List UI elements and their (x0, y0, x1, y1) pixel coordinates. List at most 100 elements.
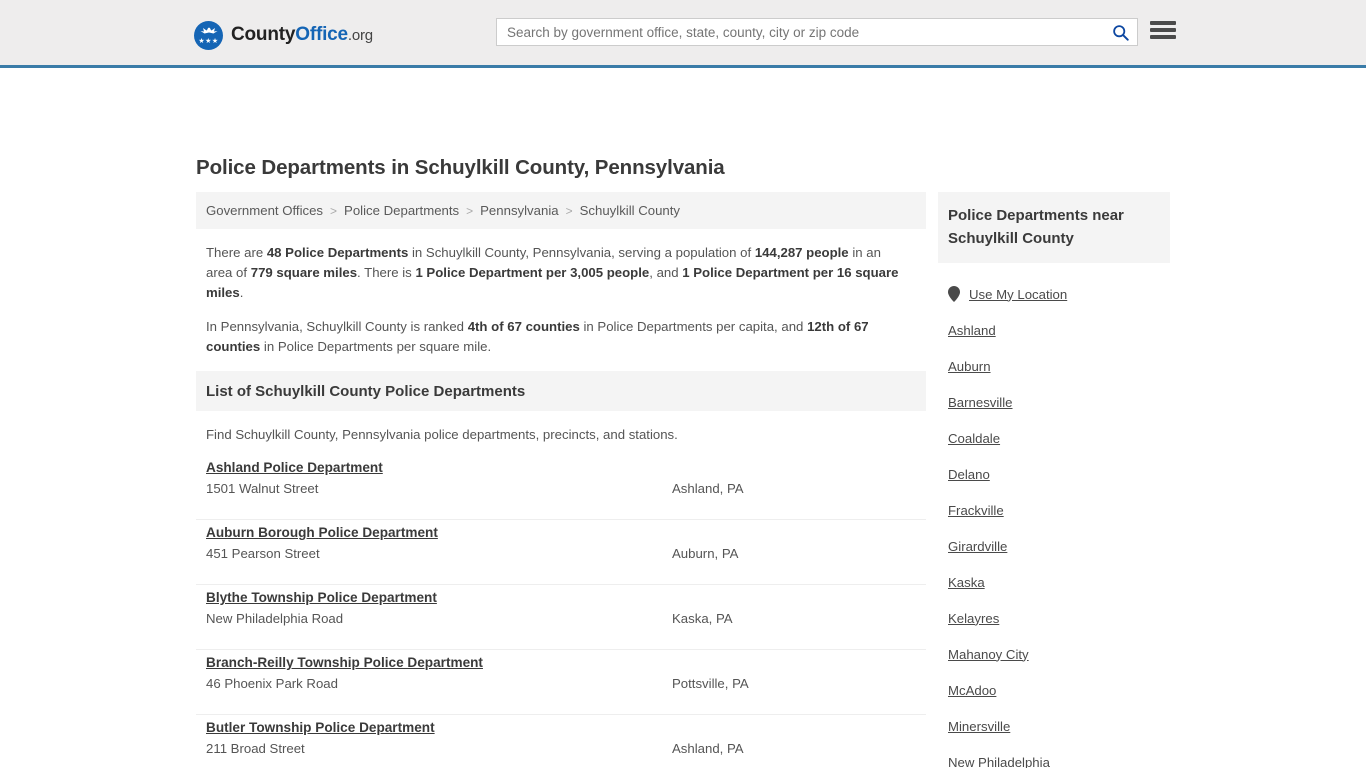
eagle-shield-icon: ★★★ (194, 20, 223, 50)
stat-text: There are (206, 245, 267, 260)
department-name-link[interactable]: Branch-Reilly Township Police Department (206, 655, 483, 670)
search-bar[interactable] (496, 18, 1138, 46)
department-city-state: Kaska, PA (672, 611, 733, 626)
site-header: ★★★ CountyOffice.org (0, 0, 1366, 68)
breadcrumb: Government Offices > Police Departments > Pe… (196, 192, 926, 229)
nearby-city-row[interactable]: Barnesville (938, 384, 1170, 420)
main-content-column: Government Offices > Police Departments > Pe… (196, 192, 926, 768)
nearby-city-link-girardville[interactable]: Girardville (948, 539, 1007, 554)
department-row: Butler Township Police Department 211 Bro… (196, 715, 926, 768)
department-name-link[interactable]: Blythe Township Police Department (206, 590, 437, 605)
stars-glyph: ★★★ (198, 37, 219, 45)
department-row: Ashland Police Department 1501 Walnut Str… (196, 455, 926, 520)
department-row: Branch-Reilly Township Police Department… (196, 650, 926, 715)
list-section-heading: List of Schuylkill County Police Departm… (206, 382, 526, 400)
nearby-city-row[interactable]: Kelayres (938, 600, 1170, 636)
department-address: New Philadelphia Road (206, 611, 344, 626)
use-my-location-link[interactable]: Use My Location (969, 287, 1067, 302)
nearby-links-list: Use My Location Ashland Auburn Barnesville C… (938, 263, 1170, 768)
statistics-summary: There are 48 Police Departments in Schuy… (196, 229, 908, 357)
department-city-state: Ashland, PA (672, 741, 744, 756)
nearby-city-row[interactable]: Mahanoy City (938, 636, 1170, 672)
department-address: 451 Pearson Street (206, 546, 320, 561)
stat-text: , and (649, 265, 683, 280)
nearby-city-row[interactable]: Ashland (938, 312, 1170, 348)
nearby-city-link-kelayres[interactable]: Kelayres (948, 611, 999, 626)
department-detail: 1501 Walnut Street Ashland, PA (206, 481, 926, 503)
use-my-location-row[interactable]: Use My Location (938, 276, 1170, 312)
nearby-city-row[interactable]: Auburn (938, 348, 1170, 384)
breadcrumb-separator: > (565, 203, 573, 218)
stat-highlight: 48 Police Departments (266, 245, 409, 260)
nearby-city-link-coaldale[interactable]: Coaldale (948, 431, 1000, 446)
nearby-city-row[interactable]: Minersville (938, 708, 1170, 744)
department-name-link[interactable]: Auburn Borough Police Department (206, 525, 438, 540)
sidebar-heading: Police Departments near Schuylkill Count… (948, 207, 1124, 247)
brand-org: .org (347, 27, 373, 44)
department-name-link[interactable]: Ashland Police Department (206, 460, 383, 475)
hamburger-bar (1150, 35, 1176, 39)
nearby-city-link-mcadoo[interactable]: McAdoo (948, 683, 996, 698)
nearby-city-link-new-philadelphia[interactable]: New Philadelphia (948, 755, 1050, 768)
department-name-link[interactable]: Butler Township Police Department (206, 720, 435, 735)
nearby-city-link-frackville[interactable]: Frackville (948, 503, 1004, 518)
eagle-glyph (200, 27, 217, 33)
statistics-paragraph-2: In Pennsylvania, Schuylkill County is ra… (206, 317, 908, 357)
stat-text: . (239, 285, 244, 300)
department-address: 211 Broad Street (206, 741, 305, 756)
nearby-city-row[interactable]: McAdoo (938, 672, 1170, 708)
department-address: 1501 Walnut Street (206, 481, 319, 496)
department-detail: 46 Phoenix Park Road Pottsville, PA (206, 676, 926, 698)
stat-highlight: 779 square miles (250, 265, 358, 280)
department-address: 46 Phoenix Park Road (206, 676, 338, 691)
stat-highlight: 4th of 67 counties (467, 319, 580, 334)
stat-text: in Schuylkill County, Pennsylvania, serv… (408, 245, 755, 260)
breadcrumb-item-3[interactable]: Pennsylvania (480, 203, 558, 218)
breadcrumb-item-1[interactable]: Government Offices (206, 203, 323, 218)
department-list: Ashland Police Department 1501 Walnut Str… (196, 455, 926, 768)
list-section-header: List of Schuylkill County Police Departm… (196, 371, 926, 411)
department-detail: New Philadelphia Road Kaska, PA (206, 611, 926, 633)
nearby-city-row[interactable]: New Philadelphia (938, 744, 1170, 768)
stat-text: . There is (357, 265, 416, 280)
stat-text: In Pennsylvania, Schuylkill County is ra… (206, 319, 468, 334)
department-city-state: Pottsville, PA (672, 676, 749, 691)
nearby-city-link-minersville[interactable]: Minersville (948, 719, 1010, 734)
brand-office: Office (295, 24, 348, 45)
nearby-city-row[interactable]: Frackville (938, 492, 1170, 528)
breadcrumb-item-4[interactable]: Schuylkill County (580, 203, 680, 218)
stat-text: in Police Departments per capita, and (579, 319, 808, 334)
list-section-description: Find Schuylkill County, Pennsylvania pol… (206, 427, 678, 442)
department-detail: 211 Broad Street Ashland, PA (206, 741, 926, 763)
nearby-city-row[interactable]: Coaldale (938, 420, 1170, 456)
statistics-paragraph-1: There are 48 Police Departments in Schuy… (206, 243, 908, 303)
nearby-city-link-delano[interactable]: Delano (948, 467, 990, 482)
stat-highlight: 144,287 people (754, 245, 849, 260)
department-row: Blythe Township Police Department New Phi… (196, 585, 926, 650)
nearby-city-row[interactable]: Delano (938, 456, 1170, 492)
stat-highlight: 1 Police Department per 3,005 people (415, 265, 650, 280)
breadcrumb-item-2[interactable]: Police Departments (344, 203, 459, 218)
hamburger-bar (1150, 21, 1176, 25)
nearby-city-link-ashland[interactable]: Ashland (948, 323, 996, 338)
nearby-city-link-barnesville[interactable]: Barnesville (948, 395, 1013, 410)
stat-text: in Police Departments per square mile. (260, 339, 492, 354)
breadcrumb-separator: > (330, 203, 338, 218)
page-title: Police Departments in Schuylkill County,… (196, 156, 725, 179)
department-city-state: Ashland, PA (672, 481, 744, 496)
sidebar-header: Police Departments near Schuylkill Count… (938, 192, 1170, 263)
nearby-city-row[interactable]: Kaska (938, 564, 1170, 600)
search-button[interactable] (1103, 19, 1137, 45)
search-input[interactable] (497, 19, 1103, 45)
hamburger-menu-icon[interactable] (1150, 19, 1176, 41)
nearby-sidebar: Police Departments near Schuylkill Count… (938, 192, 1170, 768)
breadcrumb-separator: > (466, 203, 474, 218)
hamburger-bar (1150, 28, 1176, 32)
department-row: Auburn Borough Police Department 451 Pear… (196, 520, 926, 585)
nearby-city-link-mahanoy-city[interactable]: Mahanoy City (948, 647, 1029, 662)
nearby-city-link-auburn[interactable]: Auburn (948, 359, 991, 374)
site-logo-link[interactable]: ★★★ CountyOffice.org (194, 20, 373, 50)
brand-wordmark: CountyOffice.org (231, 24, 373, 46)
nearby-city-row[interactable]: Girardville (938, 528, 1170, 564)
nearby-city-link-kaska[interactable]: Kaska (948, 575, 985, 590)
